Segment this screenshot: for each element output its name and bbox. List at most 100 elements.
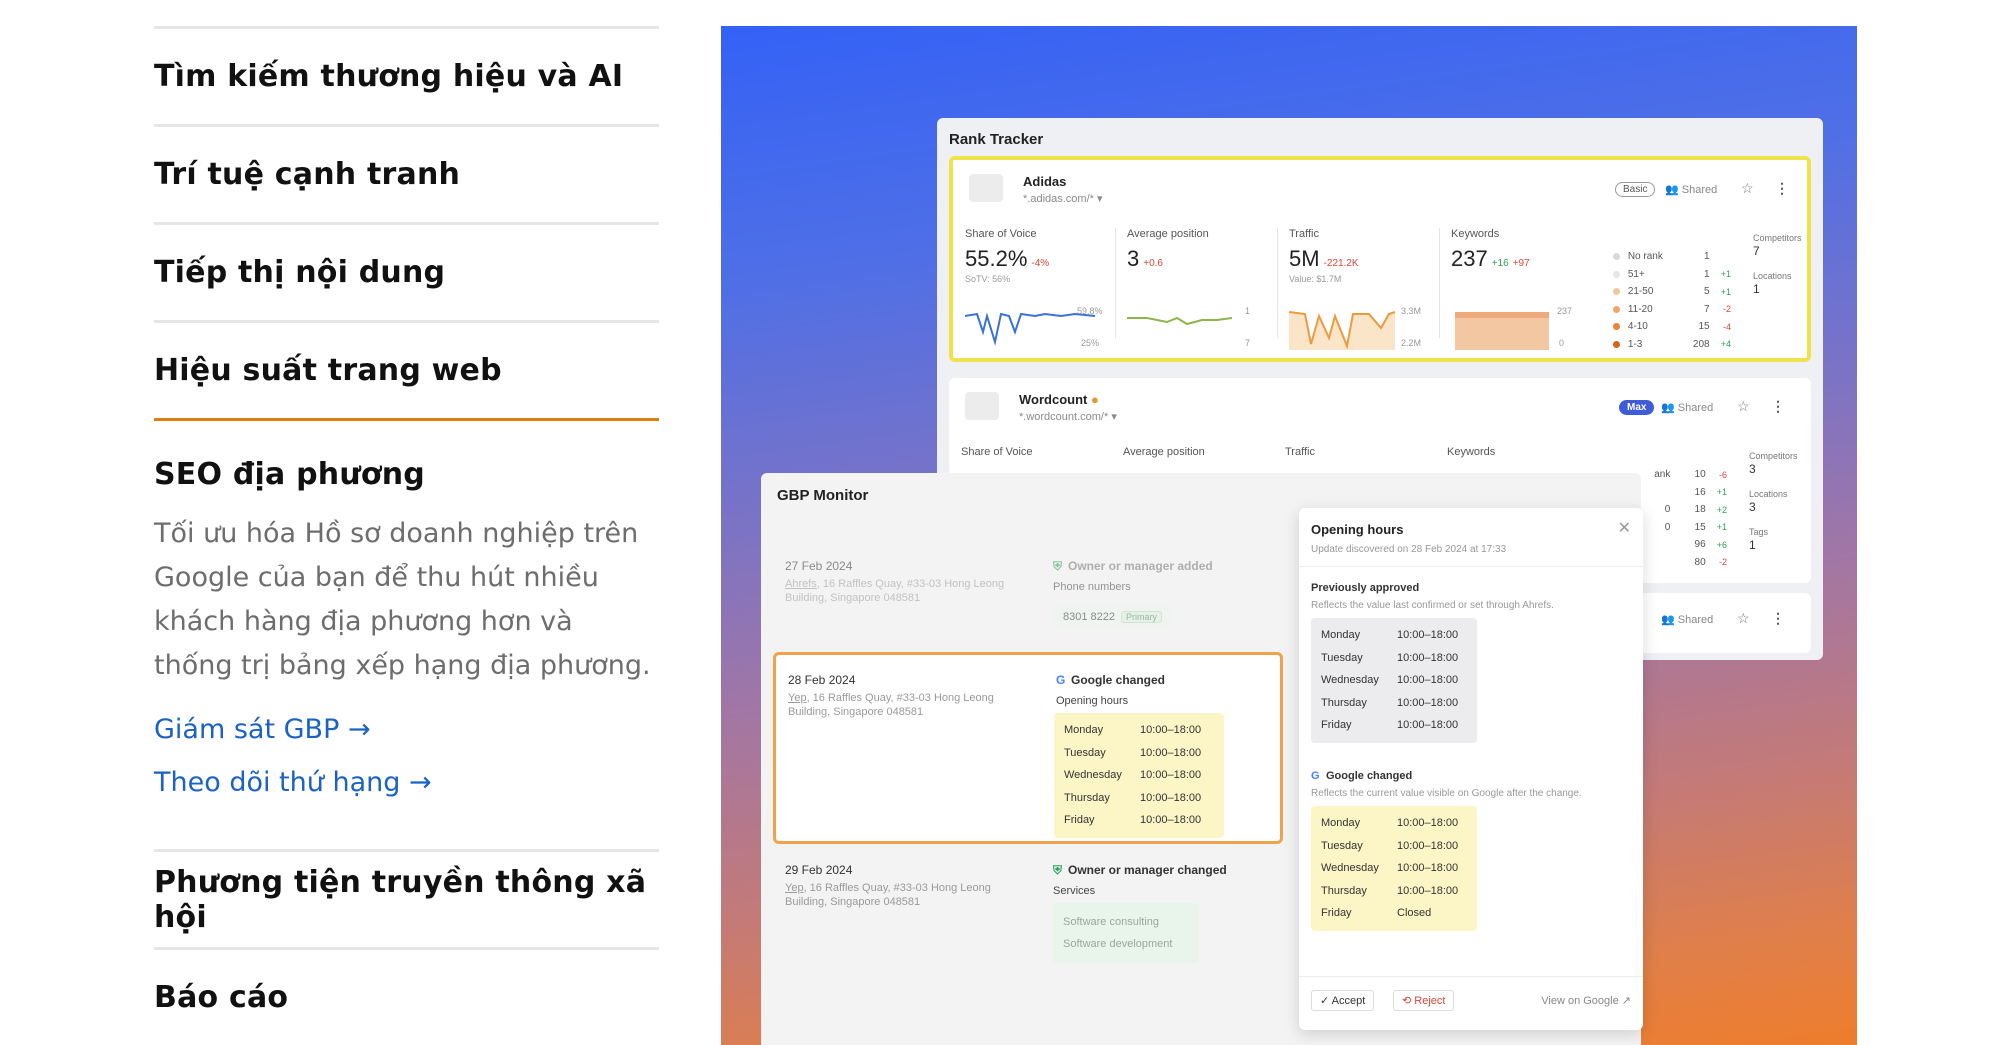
hours-row: Monday 10:00–18:00: [1321, 629, 1459, 642]
accordion-item-web-performance[interactable]: Hiệu suất trang web: [154, 320, 659, 418]
project-url[interactable]: *.wordcount.com/* ▾: [1019, 410, 1117, 423]
opening-hours-dialog: Opening hours ✕ Update discovered on 28 …: [1299, 508, 1643, 1030]
competitors-locations: Competitors 7 Locations 1: [1753, 233, 1802, 296]
hours-row: Thursday 10:00–18:00: [1064, 791, 1202, 804]
accordion-item-title: Hiệu suất trang web: [154, 353, 502, 388]
shared-indicator[interactable]: 👥 Shared: [1665, 183, 1717, 196]
avg-position-axis-max: 1: [1245, 306, 1251, 316]
google-icon: G: [1056, 673, 1066, 687]
accordion-item-brand-ai[interactable]: Tìm kiếm thương hiệu và AI: [154, 26, 659, 124]
star-icon[interactable]: ☆: [1737, 398, 1750, 415]
accordion-item-title: Tiếp thị nội dung: [154, 255, 446, 290]
users-icon: 👥: [1661, 402, 1678, 414]
close-icon[interactable]: ✕: [1618, 518, 1631, 538]
view-on-google-link[interactable]: View on Google ↗: [1541, 994, 1631, 1007]
shared-indicator[interactable]: 👥 Shared: [1661, 613, 1713, 626]
star-icon[interactable]: ☆: [1737, 610, 1750, 627]
reject-button[interactable]: ⟲ Reject: [1393, 990, 1455, 1011]
accordion-item-title: Phương tiện truyền thông xã hội: [154, 864, 647, 935]
gbp-monitor-title: GBP Monitor: [777, 487, 869, 504]
phone-number-chip: 8301 8222 Primary: [1053, 605, 1172, 629]
accordion-item-reports[interactable]: Báo cáo: [154, 947, 659, 1045]
users-icon: 👥: [1665, 184, 1682, 196]
metric-label: Average position: [1123, 446, 1205, 458]
avg-position-axis-min: 7: [1245, 338, 1251, 348]
rank-dot: [1613, 323, 1620, 331]
traffic-sparkline: [1289, 311, 1396, 350]
rank-dot: [1613, 305, 1620, 313]
shield-icon: ⛨: [1053, 559, 1063, 573]
feature-accordion: Tìm kiếm thương hiệu và AI Trí tuệ cạnh …: [154, 26, 659, 1045]
hours-row: Monday 10:00–18:00: [1321, 817, 1459, 830]
accordion-item-title: Trí tuệ cạnh tranh: [154, 157, 461, 192]
previous-hours-table: Monday 10:00–18:00 Tuesday 10:00–18:00 Wed…: [1311, 618, 1477, 743]
project-name: Adidas: [1023, 174, 1067, 189]
sov-axis-min: 25%: [1081, 338, 1100, 348]
rank-row: 21-50 5 +1: [1613, 283, 1731, 301]
accordion-item-title: Tìm kiếm thương hiệu và AI: [154, 59, 624, 94]
accordion-item-title: Báo cáo: [154, 980, 289, 1015]
verified-icon: ●: [1090, 392, 1099, 407]
gbp-entry[interactable]: 27 Feb 2024 Ahrefs, 16 Raffles Quay, #33…: [773, 541, 1283, 651]
previously-approved-heading: Previously approved: [1311, 582, 1420, 594]
rank-tracker-title: Rank Tracker: [949, 131, 1044, 148]
accordion-item-competitive-intel[interactable]: Trí tuệ cạnh tranh: [154, 124, 659, 222]
google-changed-heading: G Google changed: [1311, 770, 1413, 782]
hours-row: Monday 10:00–18:00: [1064, 724, 1202, 737]
metric-share-of-voice: Share of Voice 55.2% -4% SoTV: 56%: [965, 228, 1050, 284]
more-options-icon[interactable]: ⋮: [1771, 610, 1785, 627]
accordion-item-social-media[interactable]: Phương tiện truyền thông xã hội: [154, 849, 659, 947]
metric-label: Keywords: [1447, 446, 1496, 458]
plan-badge: Max: [1619, 400, 1655, 415]
rank-row: No rank 1: [1613, 248, 1731, 266]
traffic-axis-max: 3.3M: [1401, 306, 1422, 316]
accordion-item-local-seo[interactable]: SEO địa phương Tối ưu hóa Hồ sơ doanh ng…: [154, 418, 659, 849]
shared-indicator[interactable]: 👥 Shared: [1661, 401, 1713, 414]
project-url[interactable]: *.adidas.com/* ▾: [1023, 192, 1103, 205]
metric-label: Traffic: [1285, 446, 1315, 458]
keywords-axis-max: 237: [1557, 306, 1573, 316]
google-changed-note: Reflects the current value visible on Go…: [1311, 788, 1582, 799]
dialog-title: Opening hours: [1311, 522, 1404, 537]
hours-row: Tuesday 10:00–18:00: [1064, 746, 1202, 759]
metric-traffic: Traffic 5M -221.2K Value: $1.7M: [1289, 228, 1359, 284]
gbp-entry-selected[interactable]: 28 Feb 2024 Yep, 16 Raffles Quay, #33-03…: [773, 652, 1283, 844]
previously-approved-note: Reflects the value last confirmed or set…: [1311, 600, 1554, 611]
services-list: Software consulting Software development: [1053, 903, 1199, 963]
more-options-icon[interactable]: ⋮: [1775, 180, 1789, 197]
rank-dot: [1613, 253, 1620, 261]
rank-row: 51+ 1 +1: [1613, 266, 1731, 284]
star-icon[interactable]: ☆: [1741, 180, 1754, 197]
more-options-icon[interactable]: ⋮: [1771, 398, 1785, 415]
hours-row: Thursday 10:00–18:00: [1321, 696, 1459, 709]
rank-dot: [1613, 288, 1620, 296]
plan-badge: Basic: [1615, 182, 1656, 197]
hours-row: Tuesday 10:00–18:00: [1321, 839, 1459, 852]
project-logo: [969, 174, 1003, 202]
hours-row: Friday 10:00–18:00: [1064, 814, 1202, 827]
opening-hours-table: Monday 10:00–18:00 Tuesday 10:00–18:00 Wed…: [1054, 713, 1224, 838]
keywords-axis-min: 0: [1559, 338, 1565, 348]
project-name: Wordcount ●: [1019, 392, 1099, 407]
rank-row: 1-3 208 +4: [1613, 336, 1731, 354]
feature-preview-panel: Rank Tracker Adidas *.adidas.com/* ▾ Bas…: [721, 26, 1857, 1045]
rank-tracker-link[interactable]: Theo dõi thứ hạng →: [154, 767, 659, 798]
accordion-item-content-marketing[interactable]: Tiếp thị nội dung: [154, 222, 659, 320]
gbp-monitor-link[interactable]: Giám sát GBP →: [154, 714, 659, 745]
google-icon: G: [1311, 770, 1320, 782]
accept-button[interactable]: ✓ Accept: [1311, 990, 1375, 1011]
project-logo: [965, 392, 999, 420]
hours-row: Friday Closed: [1321, 907, 1432, 920]
hours-row: Wednesday 10:00–18:00: [1064, 769, 1202, 782]
competitors-locations-tags: Competitors 3 Locations 3 Tags 1: [1749, 451, 1798, 552]
new-hours-table: Monday 10:00–18:00 Tuesday 10:00–18:00 Wed…: [1311, 806, 1477, 931]
rank-dot: [1613, 340, 1620, 348]
rank-distribution-list: No rank 1 51+ 1 +1 21-50 5 +1 11-20 7 -2 4-10 15…: [1613, 248, 1731, 353]
traffic-axis-min: 2.2M: [1401, 338, 1422, 348]
metric-label: Share of Voice: [961, 446, 1033, 458]
hours-row: Tuesday 10:00–18:00: [1321, 651, 1459, 664]
metric-average-position: Average position 3 +0.6: [1127, 228, 1209, 271]
rank-dot: [1613, 270, 1620, 278]
gbp-entry[interactable]: 29 Feb 2024 Yep, 16 Raffles Quay, #33-03…: [773, 845, 1283, 995]
project-card-adidas[interactable]: Adidas *.adidas.com/* ▾ Basic 👥 Shared ☆…: [949, 156, 1811, 362]
